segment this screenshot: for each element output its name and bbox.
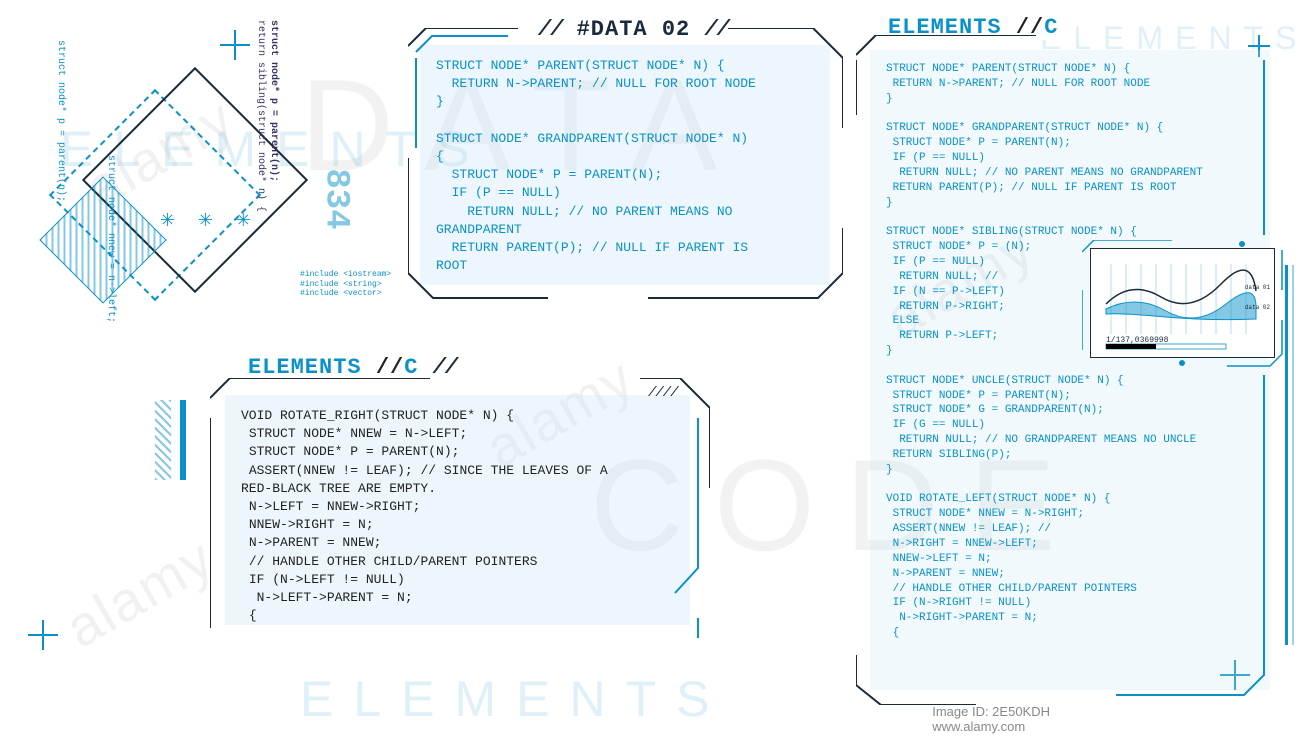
- crosshair-icon: [220, 30, 250, 60]
- vert-code-3: struct node* p = parent(n);: [268, 20, 279, 182]
- bg-text-elements-2: ELEMENTS: [300, 670, 730, 728]
- vert-code-2: return sibling(struct node* n) {: [255, 20, 266, 212]
- chart-value: 1/137,0369998: [1106, 336, 1168, 345]
- panel-elements-right: STRUCT NODE* PARENT(STRUCT NODE* N) { RE…: [870, 50, 1270, 690]
- panel-title-elements-right: ELEMENTS //C: [880, 15, 1066, 40]
- code-block-data02: STRUCT NODE* PARENT(STRUCT NODE* N) { RE…: [420, 45, 830, 287]
- chart-legend-2: data 02: [1245, 304, 1270, 311]
- panel-data-02: STRUCT NODE* PARENT(STRUCT NODE* N) { RE…: [420, 45, 830, 285]
- watermark-4: alamy: [54, 525, 225, 661]
- panel-title-data02: // #DATA 02 //: [530, 17, 737, 42]
- mini-chart: 1/137,0369998 data 01 data 02: [1090, 248, 1275, 358]
- vert-code-1: struct node* p = parent(n);: [55, 40, 66, 202]
- watermark-ref: Image ID: 2E50KDH www.alamy.com: [932, 704, 1050, 734]
- decor-number: 834: [317, 168, 355, 229]
- panel-elements-c-left: VOID ROTATE_RIGHT(STRUCT NODE* N) { STRU…: [225, 395, 690, 625]
- chart-legend-1: data 01: [1245, 284, 1270, 291]
- panel-title-elements-c: ELEMENTS //C //: [240, 355, 465, 380]
- solid-bar: [180, 400, 186, 480]
- include-lines: #include <iostream>#include <string>#inc…: [300, 270, 391, 299]
- slash-decor: ////: [648, 385, 678, 401]
- right-accent-bar-2: [1292, 265, 1294, 645]
- right-accent-bar: [1285, 265, 1288, 645]
- code-block-elements-c: VOID ROTATE_RIGHT(STRUCT NODE* N) { STRU…: [225, 395, 690, 637]
- vert-code-4: struct node* nnew = n->left;: [105, 155, 116, 323]
- hash-bar: [155, 400, 171, 480]
- crosshair-icon: [28, 620, 58, 650]
- star-row-icon: ✳ ✳ ✳: [160, 210, 257, 232]
